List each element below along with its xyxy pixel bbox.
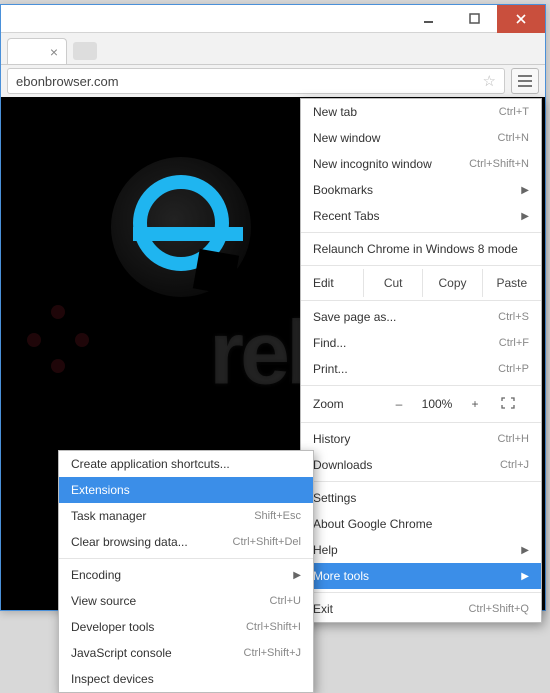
menu-recent-tabs[interactable]: Recent Tabs▶ — [301, 203, 541, 229]
tab-close-icon[interactable]: × — [50, 44, 58, 60]
menu-save-page[interactable]: Save page as...Ctrl+S — [301, 304, 541, 330]
tab-strip: × — [1, 33, 545, 65]
menu-separator — [59, 558, 313, 559]
submenu-encoding[interactable]: Encoding▶ — [59, 562, 313, 588]
menu-about-chrome[interactable]: About Google Chrome — [301, 511, 541, 537]
menu-help[interactable]: Help▶ — [301, 537, 541, 563]
browser-tab[interactable]: × — [7, 38, 67, 64]
menu-separator — [301, 385, 541, 386]
edit-paste-button[interactable]: Paste — [482, 269, 541, 297]
menu-separator — [301, 232, 541, 233]
submenu-extensions[interactable]: Extensions — [59, 477, 313, 503]
menu-separator — [301, 481, 541, 482]
menu-history[interactable]: HistoryCtrl+H — [301, 426, 541, 452]
submenu-js-console[interactable]: JavaScript consoleCtrl+Shift+J — [59, 640, 313, 666]
chrome-menu-button[interactable] — [511, 68, 539, 94]
fullscreen-button[interactable] — [491, 397, 525, 412]
url-text: ebonbrowser.com — [16, 74, 119, 89]
menu-bookmarks[interactable]: Bookmarks▶ — [301, 177, 541, 203]
zoom-out-button[interactable]: – — [383, 397, 415, 411]
menu-zoom-row: Zoom – 100% + — [301, 389, 541, 419]
zoom-value: 100% — [415, 397, 459, 411]
zoom-in-button[interactable]: + — [459, 397, 491, 411]
edit-label: Edit — [313, 276, 363, 290]
submenu-inspect-devices[interactable]: Inspect devices — [59, 666, 313, 692]
menu-more-tools[interactable]: More tools▶ — [301, 563, 541, 589]
menu-exit[interactable]: ExitCtrl+Shift+Q — [301, 596, 541, 622]
window-titlebar — [1, 5, 545, 33]
menu-separator — [301, 592, 541, 593]
menu-find[interactable]: Find...Ctrl+F — [301, 330, 541, 356]
address-bar[interactable]: ebonbrowser.com ☆ — [7, 68, 505, 94]
edit-cut-button[interactable]: Cut — [363, 269, 422, 297]
close-icon — [515, 13, 527, 25]
zoom-label: Zoom — [313, 397, 383, 411]
maximize-icon — [469, 13, 480, 24]
menu-downloads[interactable]: DownloadsCtrl+J — [301, 452, 541, 478]
submenu-view-source[interactable]: View sourceCtrl+U — [59, 588, 313, 614]
menu-relaunch-win8[interactable]: Relaunch Chrome in Windows 8 mode — [301, 236, 541, 262]
menu-new-window[interactable]: New windowCtrl+N — [301, 125, 541, 151]
more-tools-submenu: Create application shortcuts... Extensio… — [58, 450, 314, 693]
window-maximize-button[interactable] — [451, 5, 497, 33]
chrome-main-menu: New tabCtrl+T New windowCtrl+N New incog… — [300, 98, 542, 623]
window-minimize-button[interactable] — [405, 5, 451, 33]
submenu-arrow-icon: ▶ — [521, 545, 529, 556]
toolbar: ebonbrowser.com ☆ — [1, 65, 545, 97]
submenu-arrow-icon: ▶ — [293, 570, 301, 581]
menu-new-tab[interactable]: New tabCtrl+T — [301, 99, 541, 125]
hamburger-icon — [518, 75, 532, 77]
minimize-icon — [423, 13, 434, 24]
menu-edit-row: Edit Cut Copy Paste — [301, 269, 541, 297]
menu-print[interactable]: Print...Ctrl+P — [301, 356, 541, 382]
submenu-developer-tools[interactable]: Developer toolsCtrl+Shift+I — [59, 614, 313, 640]
submenu-arrow-icon: ▶ — [521, 211, 529, 222]
menu-separator — [301, 265, 541, 266]
window-close-button[interactable] — [497, 5, 545, 33]
menu-new-incognito[interactable]: New incognito windowCtrl+Shift+N — [301, 151, 541, 177]
submenu-clear-browsing-data[interactable]: Clear browsing data...Ctrl+Shift+Del — [59, 529, 313, 555]
fullscreen-icon — [501, 397, 515, 409]
submenu-task-manager[interactable]: Task managerShift+Esc — [59, 503, 313, 529]
menu-separator — [301, 422, 541, 423]
site-logo — [111, 157, 251, 297]
background-decoration — [21, 297, 101, 377]
submenu-arrow-icon: ▶ — [521, 571, 529, 582]
new-tab-button[interactable] — [73, 42, 97, 60]
submenu-create-shortcuts[interactable]: Create application shortcuts... — [59, 451, 313, 477]
menu-settings[interactable]: Settings — [301, 485, 541, 511]
submenu-arrow-icon: ▶ — [521, 185, 529, 196]
edit-copy-button[interactable]: Copy — [422, 269, 481, 297]
bookmark-star-icon[interactable]: ☆ — [483, 72, 496, 90]
menu-separator — [301, 300, 541, 301]
